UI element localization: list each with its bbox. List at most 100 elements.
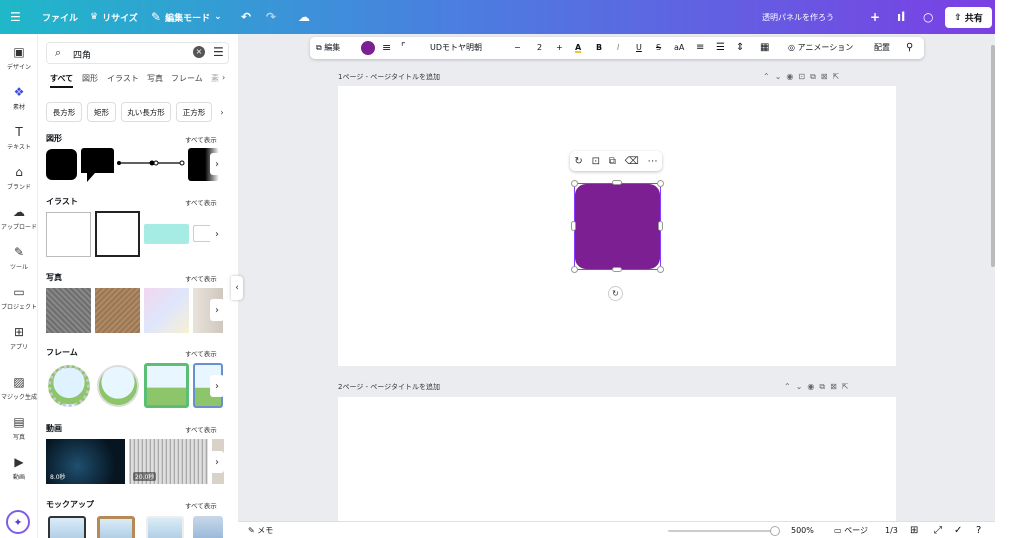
rail-item-projects[interactable]: ▭ プロジェクト (0, 284, 38, 311)
pages-button[interactable]: ▭ ページ (834, 522, 868, 538)
chevron-right-icon[interactable]: › (215, 102, 229, 122)
case-icon[interactable]: aA (674, 37, 684, 59)
resize-handle[interactable] (612, 180, 622, 185)
resize-handle[interactable] (657, 180, 664, 187)
help-icon[interactable]: ? (976, 522, 981, 538)
page-title[interactable]: 2ページ - ページタイトルを追加 (338, 382, 440, 392)
chip[interactable]: 矩形 (87, 102, 116, 122)
see-all-link[interactable]: すべて表示 (185, 134, 217, 144)
tab-all[interactable]: すべて (50, 73, 74, 88)
font-family-selector[interactable]: UDモトヤ明朝 (430, 37, 482, 59)
page-2-canvas[interactable] (338, 397, 896, 521)
shape-connector-lines[interactable] (116, 156, 186, 170)
rail-item-text[interactable]: T テキスト (0, 124, 38, 151)
photo-holographic[interactable] (144, 288, 189, 333)
resize-handle[interactable] (571, 180, 578, 187)
see-all-link[interactable]: すべて表示 (185, 273, 217, 283)
see-all-link[interactable]: すべて表示 (185, 424, 217, 434)
mockup-partial[interactable] (193, 516, 223, 538)
font-size-decrease[interactable]: − (514, 37, 521, 59)
transparency-icon[interactable]: ▦ (760, 37, 769, 59)
rail-item-elements[interactable]: ❖ 素材 (0, 84, 38, 111)
zoom-value[interactable]: 500% (791, 522, 814, 538)
clear-icon[interactable]: × (193, 46, 205, 58)
trash-icon[interactable]: ⌫ (625, 156, 639, 167)
bold-icon[interactable]: B (596, 37, 602, 59)
illustration-outline-square[interactable] (95, 211, 140, 257)
align-icon[interactable]: ≡ (696, 37, 704, 59)
share-button[interactable]: ⇧ 共有 (945, 7, 992, 28)
video-digital-blue[interactable]: 8.0秒 (46, 439, 125, 484)
rail-item-brand[interactable]: ⌂ ブランド (0, 164, 38, 191)
undo-button[interactable]: ↶ (241, 0, 251, 34)
see-all-link[interactable]: すべて表示 (185, 500, 217, 510)
resize-handle[interactable] (571, 221, 576, 231)
animate-button[interactable]: ◎ アニメーション (788, 37, 853, 59)
shape-rounded-square[interactable] (46, 149, 77, 180)
resize-handle[interactable] (571, 266, 578, 273)
search-input[interactable]: ⌕ 四角 × ☰ (46, 42, 229, 64)
see-all-link[interactable]: すべて表示 (185, 197, 217, 207)
spacing-icon[interactable]: ⇕ (736, 37, 744, 59)
design-title[interactable]: 透明パネルを作ろう (762, 0, 834, 34)
text-color-icon[interactable]: A (575, 37, 581, 59)
duplicate-icon[interactable]: ⧉ (609, 156, 616, 167)
photo-cardboard-texture[interactable] (95, 288, 140, 333)
photo-gray-texture[interactable] (46, 288, 91, 333)
paint-format-icon[interactable]: ⚲ (906, 37, 913, 59)
font-size-increase[interactable]: + (556, 37, 563, 59)
illustration-teal-rect[interactable] (144, 224, 189, 244)
tab-shapes[interactable]: 図形 (82, 73, 98, 84)
comment-button[interactable]: ○ (923, 0, 933, 34)
chevron-right-icon[interactable]: › (210, 153, 224, 175)
video-static-noise[interactable]: 20.0秒 (129, 439, 208, 484)
more-icon[interactable]: ⋯ (648, 156, 658, 167)
font-size-value[interactable]: 2 (537, 37, 542, 59)
zoom-slider[interactable] (668, 530, 778, 532)
resize-handle[interactable] (658, 221, 663, 231)
edit-mode-dropdown[interactable]: ✎ 編集モード ⌄ (151, 0, 222, 34)
redo-button[interactable]: ↷ (266, 0, 276, 34)
chevron-right-icon[interactable]: › (210, 451, 224, 473)
tab-frames[interactable]: フレーム (171, 73, 203, 84)
chevron-right-icon[interactable]: › (210, 375, 224, 397)
underline-icon[interactable]: U (636, 37, 642, 59)
frame-round[interactable] (97, 365, 139, 407)
fullscreen-icon[interactable]: ⤢ (934, 522, 942, 538)
strikethrough-icon[interactable]: S (656, 37, 661, 59)
rail-item-magic-media[interactable]: ▨ マジック生成 (0, 374, 38, 401)
frame-green-square[interactable] (144, 363, 189, 408)
see-all-link[interactable]: すべて表示 (185, 348, 217, 358)
mockup-frame-wood[interactable] (97, 516, 135, 538)
notes-button[interactable]: ✎ メモ (248, 522, 273, 538)
border-style-icon[interactable]: ≡ (382, 37, 391, 59)
italic-icon[interactable]: I (617, 37, 619, 59)
chevron-right-icon[interactable]: › (222, 73, 225, 82)
mockup-frame-black[interactable] (48, 516, 86, 538)
tab-more[interactable]: 素 (211, 73, 219, 84)
grid-view-icon[interactable]: ⊞ (910, 522, 918, 538)
color-swatch[interactable] (361, 41, 375, 55)
magic-assistant-button[interactable]: ✦ (6, 510, 30, 534)
rail-item-design[interactable]: ▣ デザイン (0, 44, 38, 71)
refresh-icon[interactable]: ↻ (574, 156, 582, 167)
file-menu[interactable]: ファイル (42, 0, 78, 34)
page-controls[interactable]: ⌃⌄◉⊡⧉⊠⇱ (763, 72, 844, 82)
resize-button[interactable]: ♛ リサイズ (90, 0, 138, 34)
check-icon[interactable]: ✓ (954, 522, 962, 538)
frame-flower-wreath[interactable] (48, 365, 90, 407)
lock-icon[interactable]: ⊡ (592, 156, 600, 167)
page-controls[interactable]: ⌃⌄◉⧉⊠⇱ (784, 382, 854, 392)
tab-photos[interactable]: 写真 (147, 73, 163, 84)
rail-item-videos[interactable]: ▶ 動画 (0, 454, 38, 481)
collapse-panel-button[interactable]: ‹ (231, 276, 243, 300)
zoom-slider-thumb[interactable] (770, 526, 780, 536)
hamburger-icon[interactable]: ☰ (10, 0, 21, 34)
edit-button[interactable]: ⧉ 編集 (316, 37, 340, 59)
rotate-handle[interactable]: ↻ (608, 286, 623, 301)
rail-item-apps[interactable]: ⊞ アプリ (0, 324, 38, 351)
list-icon[interactable]: ☰ (716, 37, 725, 59)
resize-handle[interactable] (657, 266, 664, 273)
rail-item-tools[interactable]: ✎ ツール (0, 244, 38, 271)
chevron-right-icon[interactable]: › (210, 299, 224, 321)
